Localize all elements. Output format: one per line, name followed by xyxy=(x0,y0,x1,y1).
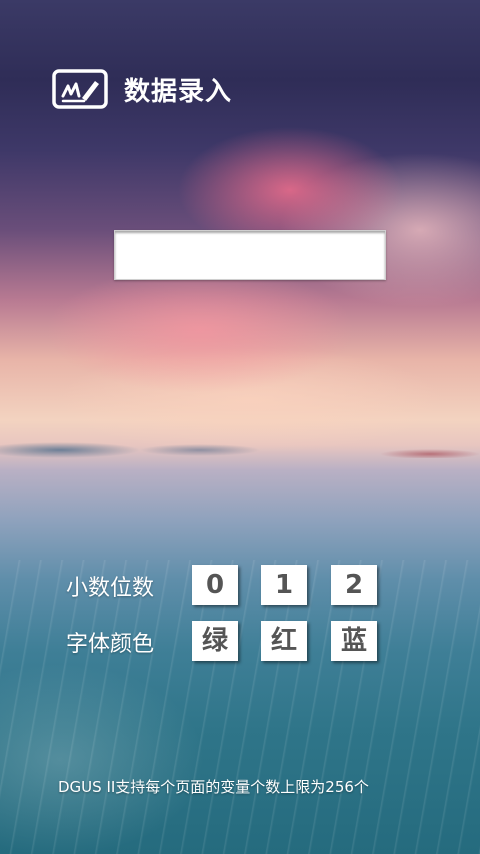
background-horizon xyxy=(0,438,480,458)
decimal-1-button[interactable]: 1 xyxy=(261,565,307,605)
decimal-2-button[interactable]: 2 xyxy=(331,565,377,605)
font-color-blue-button[interactable]: 蓝 xyxy=(331,621,377,661)
font-color-green-button[interactable]: 绿 xyxy=(192,621,238,661)
decimal-places-row: 小数位数 xyxy=(66,565,192,607)
data-entry-input[interactable] xyxy=(114,230,386,280)
footer-note: DGUS II支持每个页面的变量个数上限为256个 xyxy=(58,778,369,796)
font-color-red-button[interactable]: 红 xyxy=(261,621,307,661)
page-header: 数据录入 xyxy=(52,68,232,110)
page-title: 数据录入 xyxy=(124,76,233,107)
font-color-label: 字体颜色 xyxy=(66,632,155,657)
font-color-row: 字体颜色 xyxy=(66,621,192,663)
decimal-places-label: 小数位数 xyxy=(66,576,155,601)
decimal-0-button[interactable]: 0 xyxy=(192,565,238,605)
signature-screen-icon xyxy=(52,69,108,109)
